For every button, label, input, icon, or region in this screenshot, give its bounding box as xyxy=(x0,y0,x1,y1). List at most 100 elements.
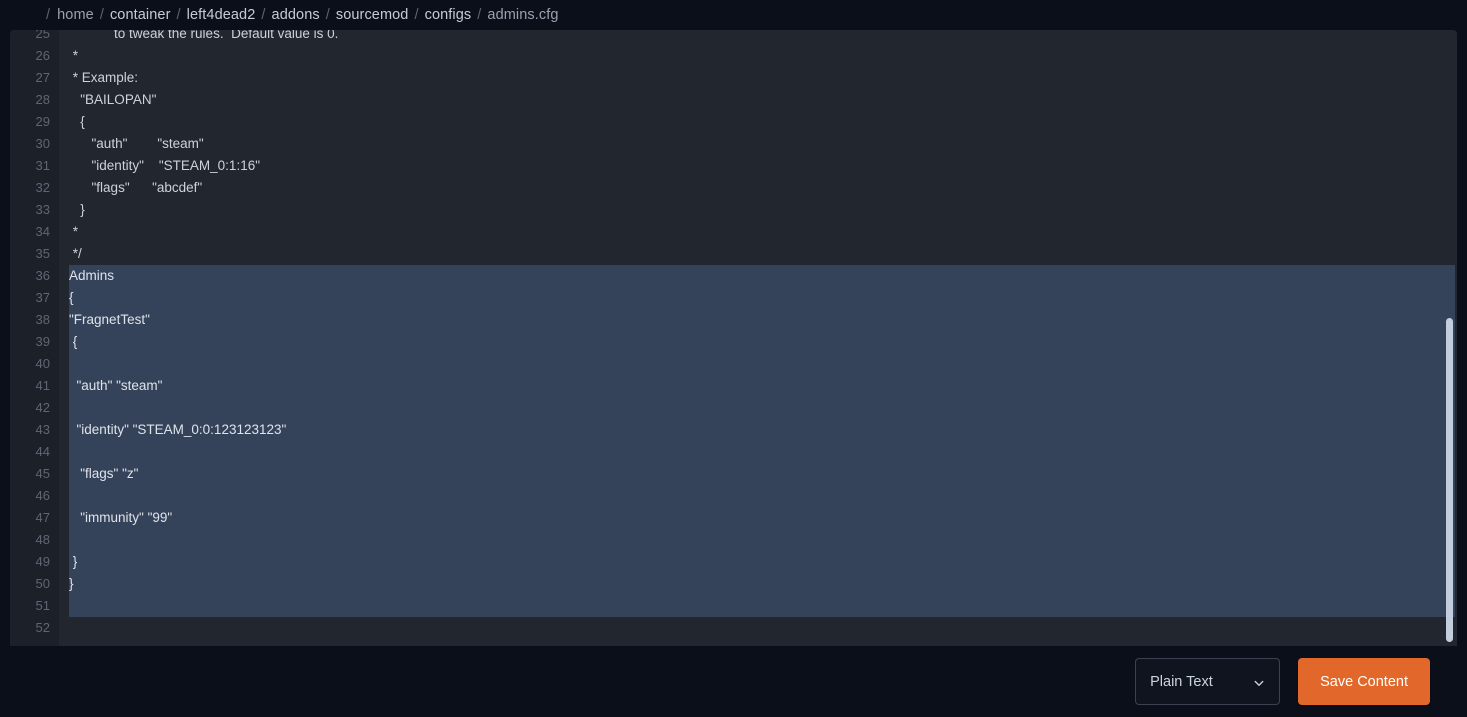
line-number: 33 xyxy=(35,202,50,217)
code-line-text: "flags" "abcdef" xyxy=(69,180,203,195)
code-line[interactable]: 32 "flags" "abcdef" xyxy=(10,177,1457,199)
breadcrumb-separator: / xyxy=(477,7,482,23)
code-line-text: Admins xyxy=(69,268,115,283)
code-line[interactable]: 45 "flags" "z" xyxy=(10,463,1457,485)
vertical-scrollbar-thumb[interactable] xyxy=(1446,318,1453,642)
line-number: 46 xyxy=(35,488,50,503)
code-line-text: "identity" "STEAM_0:0:123123123" xyxy=(69,422,287,437)
line-number: 32 xyxy=(35,180,50,195)
code-line-text: { xyxy=(69,114,85,129)
selection-highlight xyxy=(69,375,1455,397)
code-line[interactable]: 42 xyxy=(10,397,1457,419)
code-line[interactable]: 52 xyxy=(10,617,1457,639)
line-number: 52 xyxy=(35,620,50,635)
code-line[interactable]: 44 xyxy=(10,441,1457,463)
code-line-text: } xyxy=(69,576,74,591)
selection-highlight xyxy=(69,463,1455,485)
code-line[interactable]: 27 * Example: xyxy=(10,67,1457,89)
line-number: 35 xyxy=(35,246,50,261)
code-line[interactable]: 39 { xyxy=(10,331,1457,353)
line-number: 34 xyxy=(35,224,50,239)
code-line-text: * xyxy=(69,48,79,63)
line-number: 41 xyxy=(35,378,50,393)
code-line[interactable]: 29 { xyxy=(10,111,1457,133)
selection-highlight xyxy=(69,287,1455,309)
selection-highlight xyxy=(69,551,1455,573)
code-line-text: "FragnetTest" xyxy=(69,312,150,327)
save-content-button[interactable]: Save Content xyxy=(1298,658,1430,705)
line-number: 40 xyxy=(35,356,50,371)
code-line-text: "identity" "STEAM_0:1:16" xyxy=(69,158,261,173)
selection-highlight xyxy=(69,441,1455,463)
code-line[interactable]: 51 xyxy=(10,595,1457,617)
code-line[interactable]: 47 "immunity" "99" xyxy=(10,507,1457,529)
line-number: 27 xyxy=(35,70,50,85)
line-number: 29 xyxy=(35,114,50,129)
line-number: 51 xyxy=(35,598,50,613)
selection-highlight xyxy=(69,397,1455,419)
code-line[interactable]: 38 "FragnetTest" xyxy=(10,309,1457,331)
line-number: 37 xyxy=(35,290,50,305)
breadcrumb-separator: / xyxy=(325,7,330,23)
code-line[interactable]: 35 */ xyxy=(10,243,1457,265)
code-line-text: "auth" "steam" xyxy=(69,136,204,151)
code-line[interactable]: 40 xyxy=(10,353,1457,375)
line-number: 44 xyxy=(35,444,50,459)
code-line[interactable]: 30 "auth" "steam" xyxy=(10,133,1457,155)
breadcrumb-separator: / xyxy=(414,7,419,23)
breadcrumb-segment-container[interactable]: container xyxy=(110,7,171,23)
code-line[interactable]: 50} xyxy=(10,573,1457,595)
code-line[interactable]: 36 Admins xyxy=(10,265,1457,287)
line-number: 28 xyxy=(35,92,50,107)
editor-footer: Plain Text Save Content xyxy=(0,646,1467,717)
code-line-text: { xyxy=(69,290,74,305)
code-line-text: "flags" "z" xyxy=(69,466,139,481)
code-line[interactable]: 26 * xyxy=(10,45,1457,67)
code-line[interactable]: 49 } xyxy=(10,551,1457,573)
line-number: 38 xyxy=(35,312,50,327)
syntax-mode-select[interactable]: Plain Text xyxy=(1135,658,1281,705)
selection-highlight xyxy=(69,485,1455,507)
selection-highlight xyxy=(69,507,1455,529)
chevron-down-icon xyxy=(1253,676,1265,688)
selection-highlight xyxy=(69,353,1455,375)
code-line[interactable]: 31 "identity" "STEAM_0:1:16" xyxy=(10,155,1457,177)
code-line[interactable]: 28 "BAILOPAN" xyxy=(10,89,1457,111)
line-number: 45 xyxy=(35,466,50,481)
code-line[interactable]: 25 to tweak the rules. Default value is … xyxy=(10,30,1457,45)
file-editor-page: / home / container / left4dead2 / addons / sourc… xyxy=(0,0,1467,717)
line-number: 30 xyxy=(35,136,50,151)
code-line-text: * xyxy=(69,224,79,239)
code-line-text: to tweak the rules. Default value is 0. xyxy=(69,30,339,41)
breadcrumb-segment-sourcemod[interactable]: sourcemod xyxy=(336,7,409,23)
breadcrumb-segment-configs[interactable]: configs xyxy=(425,7,472,23)
code-scroll-area[interactable]: 25 to tweak the rules. Default value is … xyxy=(10,30,1457,646)
breadcrumb-separator: / xyxy=(99,7,104,23)
code-line-text: */ xyxy=(69,246,82,261)
code-line[interactable]: 48 xyxy=(10,529,1457,551)
line-number: 42 xyxy=(35,400,50,415)
line-number: 47 xyxy=(35,510,50,525)
breadcrumb-segment-home[interactable]: home xyxy=(57,7,94,23)
line-number: 43 xyxy=(35,422,50,437)
selection-highlight xyxy=(69,265,1455,287)
code-line[interactable]: 34 * xyxy=(10,221,1457,243)
code-line[interactable]: 33 } xyxy=(10,199,1457,221)
code-line-text: "auth" "steam" xyxy=(69,378,163,393)
line-number: 39 xyxy=(35,334,50,349)
breadcrumb: / home / container / left4dead2 / addons / sourc… xyxy=(0,0,1467,30)
line-number: 48 xyxy=(35,532,50,547)
breadcrumb-segment-admins-cfg[interactable]: admins.cfg xyxy=(487,7,558,23)
breadcrumb-segment-left4dead2[interactable]: left4dead2 xyxy=(187,7,256,23)
vertical-scrollbar[interactable] xyxy=(1443,30,1457,646)
code-line[interactable]: 46 xyxy=(10,485,1457,507)
breadcrumb-segment-addons[interactable]: addons xyxy=(272,7,320,23)
code-line[interactable]: 43 "identity" "STEAM_0:0:123123123" xyxy=(10,419,1457,441)
line-number: 31 xyxy=(35,158,50,173)
code-lines[interactable]: 25 to tweak the rules. Default value is … xyxy=(10,30,1457,639)
code-line[interactable]: 41 "auth" "steam" xyxy=(10,375,1457,397)
code-editor[interactable]: 25 to tweak the rules. Default value is … xyxy=(10,30,1457,646)
code-line[interactable]: 37 { xyxy=(10,287,1457,309)
code-line-text: "BAILOPAN" xyxy=(69,92,157,107)
selection-highlight xyxy=(69,529,1455,551)
